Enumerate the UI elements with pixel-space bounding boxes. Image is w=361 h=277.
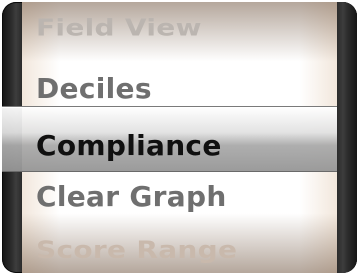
picker-wheel-frame[interactable]: Field View Deciles Clear Graph Score Ran… (2, 2, 357, 273)
picker-selection-bar[interactable]: Compliance (2, 106, 357, 172)
picker-option-compliance[interactable]: Compliance (36, 129, 222, 162)
picker-option-deciles[interactable]: Deciles (36, 72, 152, 105)
picker-option-field-view[interactable]: Field View (36, 14, 202, 41)
picker-option-clear-graph[interactable]: Clear Graph (36, 180, 227, 213)
picker-option-score-range[interactable]: Score Range (36, 236, 237, 264)
